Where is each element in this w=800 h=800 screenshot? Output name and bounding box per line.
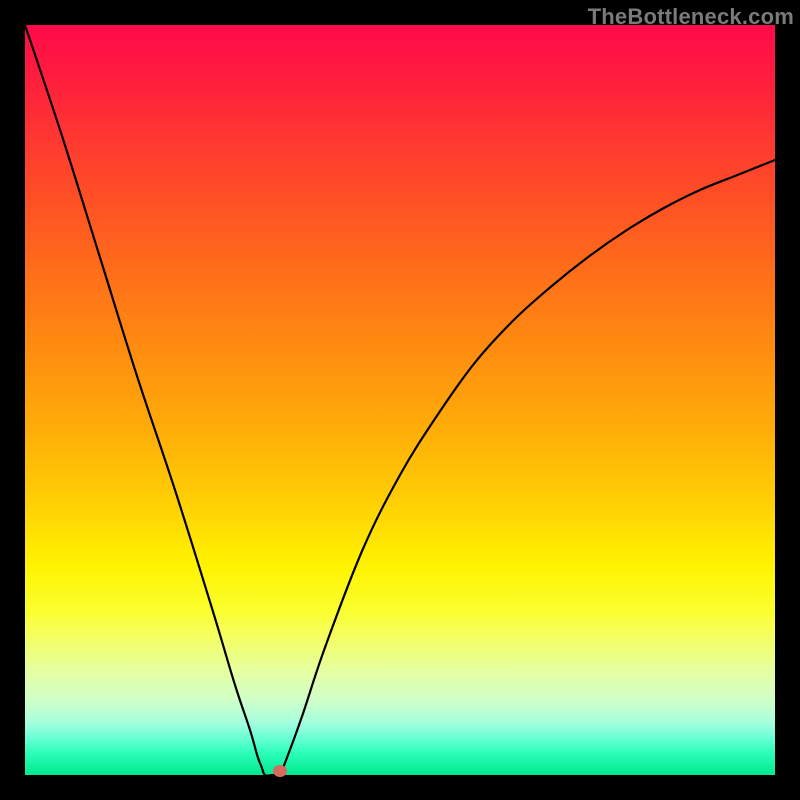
curve-path: [25, 25, 775, 775]
curve-marker: [273, 765, 287, 777]
plot-area: [25, 25, 775, 775]
bottleneck-curve: [25, 25, 775, 775]
chart-frame: TheBottleneck.com: [0, 0, 800, 800]
watermark-text: TheBottleneck.com: [588, 4, 794, 30]
